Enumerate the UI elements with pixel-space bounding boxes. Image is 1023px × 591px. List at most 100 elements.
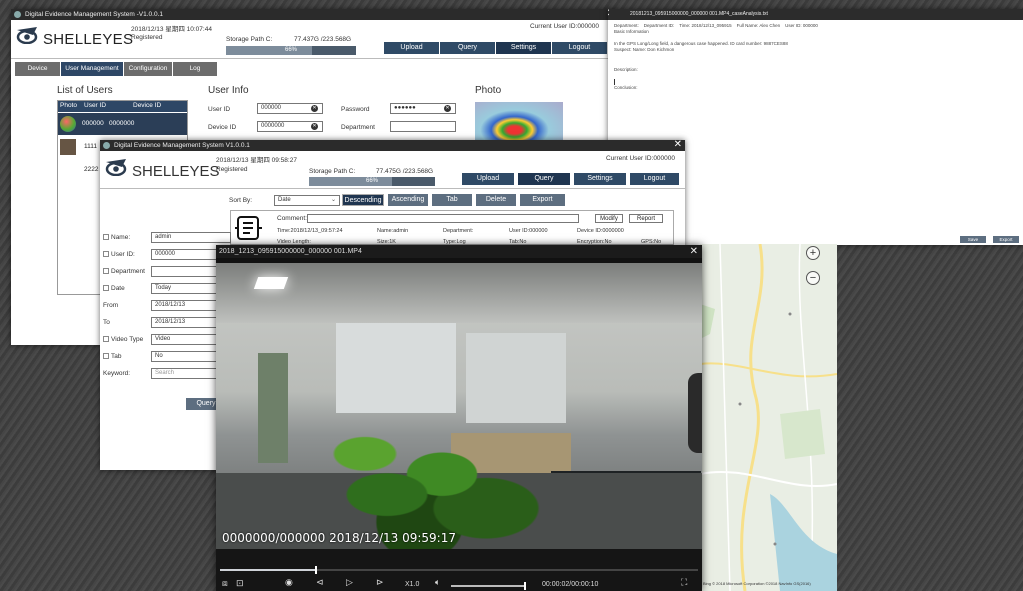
photo-title: Photo [475,85,502,96]
filter-label: User ID: [111,251,135,258]
tab-device[interactable]: Device [15,62,60,76]
current-user-id: Current User ID:000000 [530,23,600,30]
user-photo [475,102,563,142]
checkbox[interactable] [103,285,109,292]
video-timestamp-overlay: 0000000/000000 2018/12/13 09:59:17 [222,531,456,545]
export-button[interactable]: Export [993,236,1019,243]
app-icon [14,11,21,18]
record-device-id: Device ID:0000000 [577,228,624,234]
filter-tab-label[interactable]: Tab [103,353,121,360]
export-button[interactable]: Export [520,194,565,206]
title-bar: Digital Evidence Management System V1.0.… [100,140,685,151]
doc-fullname: Full Name: Alex Chen [736,23,781,28]
screen-mode-icon[interactable]: ⧈ [222,578,228,589]
window-title: Digital Evidence Management System -V1.0… [25,11,164,18]
info-title: User Info [208,85,249,96]
zoom-in-icon[interactable]: + [806,246,820,260]
query-button[interactable]: Query [440,42,495,54]
checkbox[interactable] [103,251,109,258]
doc-description: Description: [614,67,638,72]
filter-user-id-label[interactable]: User ID: [103,251,135,258]
filter-to-label: To [103,319,110,326]
report-button[interactable]: Report [629,214,663,223]
filter-name-field[interactable]: admin [151,232,231,243]
save-button[interactable]: Save [960,236,986,243]
video-title: 2018_1213_095915000000_000000 001.MP4 [219,248,362,255]
query-button[interactable]: Query [518,173,570,185]
filter-name-label[interactable]: Name: [103,234,130,241]
filter-keyword-label: Keyword: [103,370,131,377]
storage-progress-bar: 66% [309,177,435,186]
filter-date-label[interactable]: Date [103,285,125,292]
registered-status: Registered [131,34,163,41]
checkbox[interactable] [103,268,109,275]
settings-button[interactable]: Settings [496,42,551,54]
fullscreen-icon[interactable]: ⛶ [681,577,687,588]
doc-userid: User ID: 000000 [785,23,818,28]
tab-user-management[interactable]: User Management [61,62,123,76]
clear-icon[interactable]: ✕ [311,123,318,130]
volume-slider[interactable] [451,582,526,590]
volume-level [451,585,525,587]
logout-button[interactable]: Logout [630,173,679,185]
department-label: Department [341,124,375,131]
comment-field[interactable] [307,214,579,223]
password-label: Password [341,106,370,113]
delete-button[interactable]: Delete [476,194,516,206]
close-icon[interactable]: ✕ [674,140,682,150]
department-field[interactable] [390,121,456,132]
step-back-icon[interactable]: ⊲ [316,577,324,588]
doc-conclusion: Conclusion: [614,85,638,90]
sort-label: Sort By: [229,197,253,204]
checkbox[interactable] [103,234,109,241]
doc-title: 20181213_095915000000_000000 001.MP4_cas… [630,11,768,17]
filter-label: Name: [111,234,131,241]
record-name: Name:admin [377,228,409,234]
logout-button[interactable]: Logout [552,42,607,54]
chevron-down-icon[interactable]: ⌄ [331,196,336,203]
record-icon[interactable]: ◉ [285,577,293,588]
step-forward-icon[interactable]: ⊳ [376,577,384,588]
app-icon [103,142,110,149]
person [688,373,702,453]
record-card[interactable]: Comment: Modify Report Time:2018/12/13_0… [230,210,674,245]
title-bar: Digital Evidence Management System -V1.0… [11,9,611,20]
video-frame[interactable]: 0000000/000000 2018/12/13 09:59:17 [216,263,702,549]
snapshot-icon[interactable]: ⊡ [236,578,244,589]
seek-bar[interactable] [220,566,698,574]
volume-icon[interactable]: 🔈︎ [435,577,440,588]
clear-icon[interactable]: ✕ [311,105,318,112]
playback-speed[interactable]: X1.0 [405,581,419,588]
volume-handle[interactable] [524,582,526,590]
filter-video-type-label[interactable]: Video Type [103,336,143,343]
map-canvas [700,244,837,591]
tab-log[interactable]: Log [173,62,217,76]
close-icon[interactable]: ✕ [608,9,610,19]
checkbox[interactable] [103,336,109,343]
window-pane [466,333,566,423]
map-panel[interactable]: + − Bing © 2018 Microsoft Corporation ©2… [700,244,837,591]
filter-label: Tab [111,353,122,360]
tab-configuration[interactable]: Configuration [124,62,172,76]
record-user-id: User ID:000000 [509,228,548,234]
settings-button[interactable]: Settings [574,173,626,185]
storage-percent: 66% [284,47,297,53]
close-icon[interactable]: ✕ [690,245,698,258]
clear-icon[interactable]: ✕ [444,105,451,112]
doc-suspect-line: Suspect: Name: Don Kichmon [614,47,675,52]
doc-dept: Department: [614,23,639,28]
zoom-out-icon[interactable]: − [806,271,820,285]
upload-button[interactable]: Upload [384,42,439,54]
ascending-button[interactable]: Ascending [388,194,428,206]
play-icon[interactable]: ▷ [346,577,353,588]
descending-button[interactable]: Descending [342,194,384,206]
modify-button[interactable]: Modify [595,214,623,223]
checkbox[interactable] [103,353,109,360]
filter-department-label[interactable]: Department [103,268,145,275]
seek-handle[interactable] [314,566,317,574]
current-user-id: Current User ID:000000 [606,155,676,162]
storage-progress-bar: 66% [226,46,356,55]
filter-from-label: From [103,302,119,309]
tab-button[interactable]: Tab [432,194,472,206]
upload-button[interactable]: Upload [462,173,514,185]
